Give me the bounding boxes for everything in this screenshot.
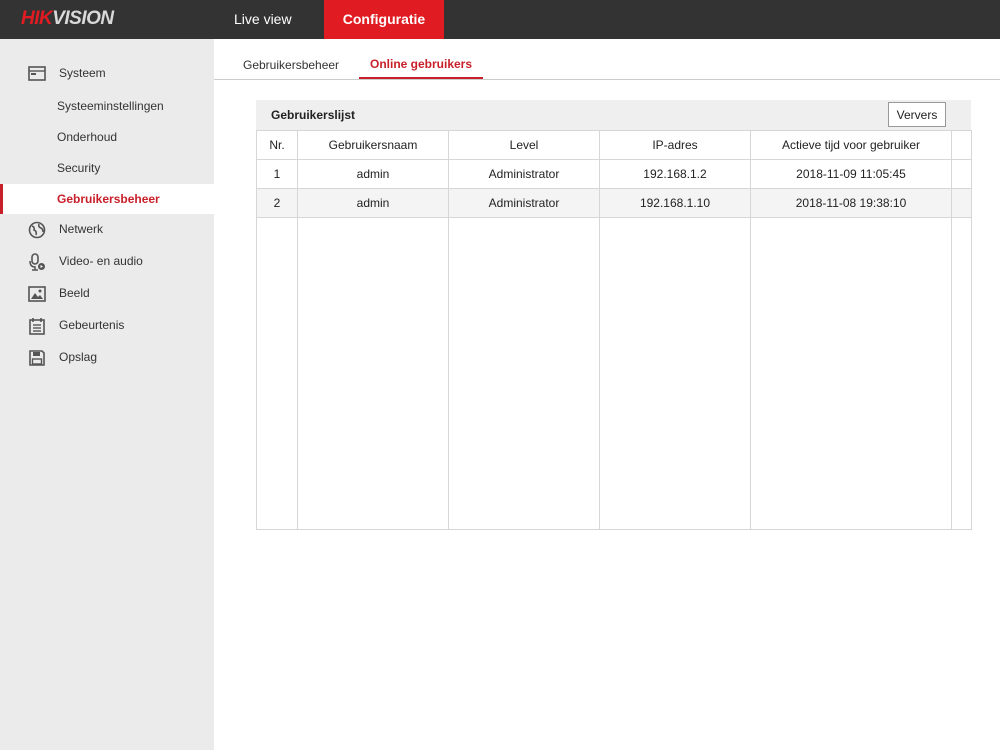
- sidebar-item-video-audio[interactable]: Video- en audio: [0, 247, 214, 277]
- sidebar-subitem-systeeminstellingen[interactable]: Systeeminstellingen: [0, 91, 214, 121]
- sidebar-item-gebeurtenis[interactable]: Gebeurtenis: [0, 311, 214, 341]
- hikvision-logo: HIKVISION: [21, 8, 114, 29]
- table-header-row: Nr. Gebruikersnaam Level IP-adres Actiev…: [256, 130, 972, 160]
- cell-nr: 1: [256, 159, 298, 189]
- cell-level: Administrator: [448, 159, 600, 189]
- floppy-disk-icon: [29, 350, 45, 366]
- sidebar-subitem-label: Systeeminstellingen: [57, 99, 164, 113]
- sidebar-item-netwerk[interactable]: Netwerk: [0, 215, 214, 245]
- column-header-ip-adres: IP-adres: [599, 130, 751, 160]
- microphone-icon: [29, 253, 45, 271]
- monitor-icon: [28, 66, 46, 81]
- tab-bar: Gebruikersbeheer Online gebruikers: [214, 39, 1000, 80]
- cell-nr: 2: [256, 188, 298, 218]
- column-header-actieve-tijd: Actieve tijd voor gebruiker: [750, 130, 952, 160]
- cell-spacer: [951, 188, 972, 218]
- cell-ip: 192.168.1.10: [599, 188, 751, 218]
- sidebar-item-opslag[interactable]: Opslag: [0, 343, 214, 373]
- sidebar-subitem-gebruikersbeheer[interactable]: Gebruikersbeheer: [0, 184, 214, 214]
- column-header-gebruikersnaam: Gebruikersnaam: [297, 130, 449, 160]
- sidebar-item-label: Video- en audio: [59, 254, 143, 268]
- panel-header: Gebruikerslijst Ververs: [256, 100, 971, 130]
- column-header-spacer: [951, 130, 972, 160]
- online-users-table: Nr. Gebruikersnaam Level IP-adres Actiev…: [256, 130, 972, 530]
- top-bar: HIKVISION Live view Configuratie: [0, 0, 1000, 39]
- sidebar: Systeem Systeeminstellingen Onderhoud Se…: [0, 39, 214, 750]
- tab-gebruikersbeheer[interactable]: Gebruikersbeheer: [243, 58, 339, 79]
- panel-title: Gebruikerslijst: [271, 108, 356, 122]
- table-empty-area: [256, 217, 972, 530]
- sidebar-item-label: Netwerk: [59, 222, 104, 236]
- sidebar-subitem-onderhoud[interactable]: Onderhoud: [0, 122, 214, 152]
- sidebar-item-beeld[interactable]: Beeld: [0, 279, 214, 309]
- sidebar-subitem-security[interactable]: Security: [0, 153, 214, 183]
- table-row[interactable]: 1 admin Administrator 192.168.1.2 2018-1…: [256, 159, 972, 189]
- sidebar-item-systeem[interactable]: Systeem: [0, 59, 214, 89]
- nav-live-view[interactable]: Live view: [234, 0, 292, 39]
- cell-ip: 192.168.1.2: [599, 159, 751, 189]
- cell-username: admin: [297, 188, 449, 218]
- cell-active-time: 2018-11-08 19:38:10: [750, 188, 952, 218]
- sidebar-subitem-label: Security: [57, 161, 101, 175]
- image-icon: [28, 286, 46, 302]
- cell-spacer: [951, 159, 972, 189]
- globe-icon: [28, 221, 46, 239]
- sidebar-subitem-label: Gebruikersbeheer: [57, 192, 160, 206]
- refresh-button[interactable]: Ververs: [888, 102, 946, 127]
- user-list-panel: Gebruikerslijst Ververs Nr. Gebruikersna…: [256, 100, 972, 530]
- sidebar-item-label: Gebeurtenis: [59, 318, 125, 332]
- nav-configuratie[interactable]: Configuratie: [324, 0, 444, 39]
- sidebar-item-label: Systeem: [59, 66, 106, 80]
- cell-username: admin: [297, 159, 449, 189]
- sidebar-item-label: Beeld: [59, 286, 90, 300]
- tab-online-gebruikers[interactable]: Online gebruikers: [359, 57, 484, 79]
- sidebar-subitem-label: Onderhoud: [57, 130, 118, 144]
- column-header-nr: Nr.: [256, 130, 298, 160]
- cell-active-time: 2018-11-09 11:05:45: [750, 159, 952, 189]
- sidebar-item-label: Opslag: [59, 350, 98, 364]
- cell-level: Administrator: [448, 188, 600, 218]
- table-row[interactable]: 2 admin Administrator 192.168.1.10 2018-…: [256, 188, 972, 218]
- column-header-level: Level: [448, 130, 600, 160]
- calendar-icon: [29, 318, 45, 335]
